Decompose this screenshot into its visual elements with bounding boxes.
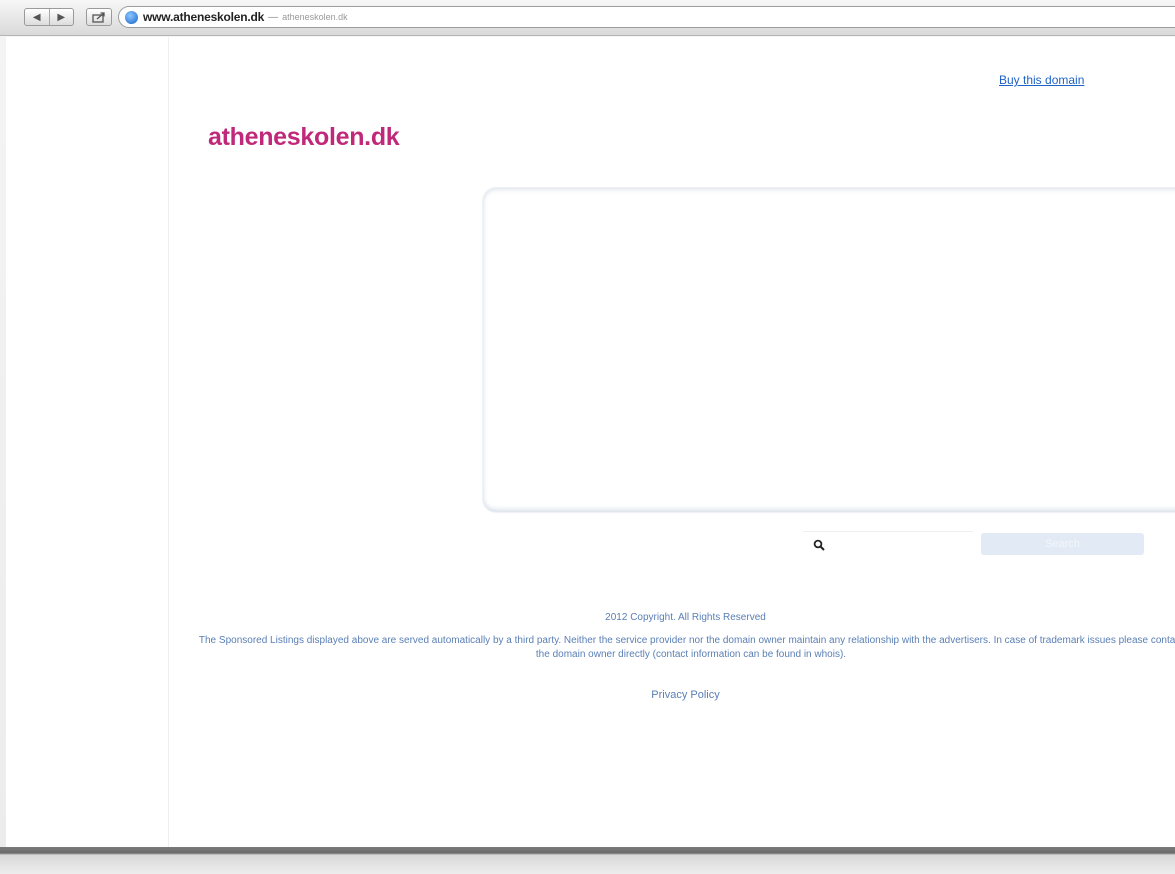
share-icon [92,11,105,23]
page-viewport: Buy this domain atheneskolen.dk Search 2… [6,37,1175,847]
share-button[interactable] [86,8,112,26]
privacy-policy-link[interactable]: Privacy Policy [6,689,1175,701]
search-area: Search [803,531,1153,559]
nav-button-group: ◀ ▶ [24,8,74,26]
disclaimer-text: The Sponsored Listings displayed above a… [198,635,1175,660]
search-input[interactable] [803,531,973,557]
browser-toolbar: ◀ ▶ www.atheneskolen.dk — atheneskolen.d… [0,0,1175,36]
search-icon [813,539,825,551]
copyright-text: 2012 Copyright. All Rights Reserved [605,612,766,623]
url-host: www.atheneskolen.dk [143,10,265,24]
site-logo: atheneskolen.dk [208,123,400,151]
globe-icon [125,10,138,24]
forward-button[interactable]: ▶ [48,9,74,25]
left-gutter [6,37,169,847]
sponsored-listings-box [482,187,1175,513]
url-separator: — [268,11,279,23]
buy-domain-link[interactable]: Buy this domain [999,73,1084,87]
url-page-title: atheneskolen.dk [282,12,348,22]
back-button[interactable]: ◀ [25,9,49,25]
back-icon: ◀ [32,11,41,23]
forward-icon: ▶ [57,11,66,23]
address-bar[interactable]: www.atheneskolen.dk — atheneskolen.dk [118,6,1175,28]
screen: ◀ ▶ www.atheneskolen.dk — atheneskolen.d… [0,0,1175,874]
screen-bottom-edge [0,847,1175,874]
search-button[interactable]: Search [981,533,1144,555]
